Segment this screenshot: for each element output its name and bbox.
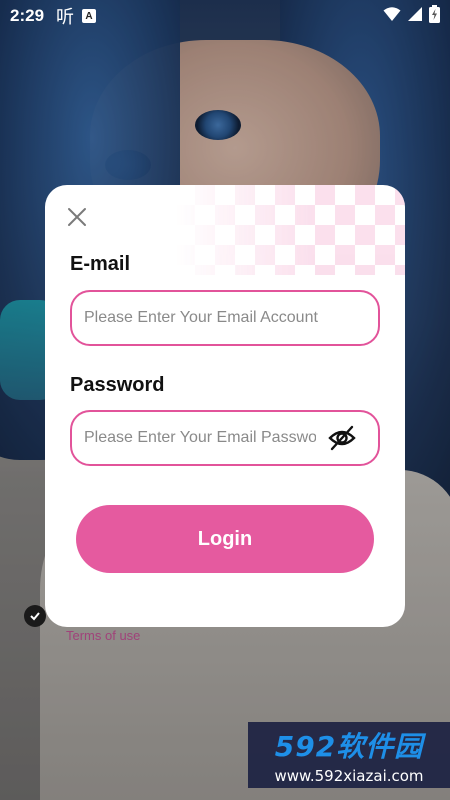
status-bar: 2:29 听 A <box>0 0 450 32</box>
password-field-container[interactable] <box>70 410 380 466</box>
status-time: 2:29 <box>10 6 45 25</box>
close-button[interactable] <box>65 205 89 229</box>
email-input[interactable] <box>84 309 366 327</box>
watermark: 592软件园 www.592xiazai.com <box>248 722 450 788</box>
password-input[interactable] <box>84 429 316 447</box>
terms-of-use-link[interactable]: Terms of use <box>66 628 140 643</box>
battery-icon <box>429 4 440 28</box>
signal-icon <box>407 6 423 27</box>
watermark-url: www.592xiazai.com <box>274 767 424 785</box>
password-visibility-toggle[interactable] <box>326 422 358 454</box>
terms-checkbox[interactable] <box>24 605 46 627</box>
watermark-brand: 592软件园 <box>274 730 424 763</box>
a-notification-icon: A <box>82 9 97 23</box>
eye-off-icon <box>328 425 356 451</box>
close-icon <box>68 208 86 226</box>
email-field-container[interactable] <box>70 290 380 346</box>
check-icon <box>30 612 40 621</box>
password-label: Password <box>70 374 165 396</box>
wifi-icon <box>383 6 401 27</box>
login-dialog: E-mail Password Login <box>45 185 405 627</box>
email-label: E-mail <box>70 253 131 275</box>
listen-app-icon: 听 <box>56 7 75 28</box>
login-button[interactable]: Login <box>76 505 374 573</box>
checker-decoration <box>175 185 405 275</box>
